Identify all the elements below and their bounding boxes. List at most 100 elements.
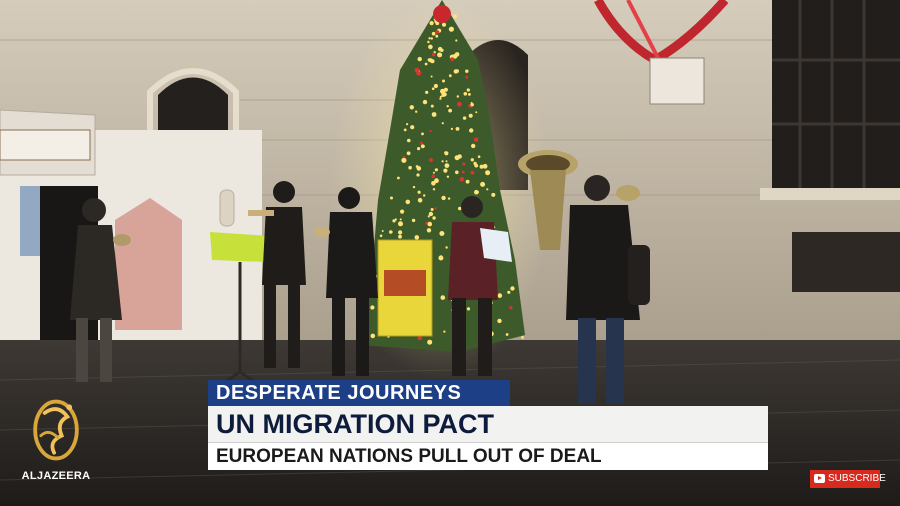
tree-light (411, 218, 416, 223)
tree-light (452, 14, 457, 19)
window-ledge (760, 188, 900, 200)
stall-sign (0, 129, 91, 161)
tree-light (437, 46, 443, 52)
tree-light (441, 122, 444, 125)
tree-light (521, 336, 524, 339)
tree-light (462, 162, 466, 166)
tree-light (470, 170, 475, 175)
tree-light (479, 164, 484, 169)
aljazeera-logo-icon (33, 399, 79, 461)
tree-light (423, 194, 426, 197)
tree-light (445, 246, 448, 249)
channel-name: ALJAZEERA (21, 470, 91, 482)
tree-light (446, 105, 449, 108)
tree-light (435, 34, 439, 38)
tree-light (430, 104, 434, 108)
tree-light (442, 79, 445, 83)
tree-light (432, 171, 435, 174)
tree-light (409, 105, 414, 110)
tree-light (435, 30, 439, 34)
video-frame: DESPERATE JOURNEYS UN MIGRATION PACT EUR… (0, 0, 900, 506)
tree-light (426, 228, 432, 233)
tree-light (421, 132, 424, 136)
tree-light (412, 185, 416, 189)
tree-light (441, 195, 446, 201)
tree-light (427, 40, 430, 44)
tree-light (415, 165, 419, 168)
tree-light (444, 163, 450, 169)
tree-light (439, 95, 442, 98)
tree-light (408, 165, 412, 170)
tree-light (406, 151, 411, 156)
tree-light (444, 151, 447, 155)
tree-light (429, 130, 432, 133)
tree-light (470, 103, 474, 107)
tree-light (475, 111, 478, 114)
tree-light (370, 333, 376, 339)
subscribe-button[interactable]: SUBSCRIBE (810, 470, 886, 488)
tree-light (432, 52, 436, 57)
tree-light (439, 97, 442, 100)
tree-light (454, 52, 460, 57)
tree-light (431, 181, 436, 186)
tree-light (402, 155, 405, 159)
tree-light (428, 37, 431, 40)
tree-light (465, 69, 469, 73)
tree-light (425, 90, 429, 94)
tree-light (465, 179, 470, 184)
tree-light (410, 125, 415, 130)
tree-light (424, 62, 428, 66)
tree-light (427, 221, 433, 227)
tree-light (468, 93, 471, 96)
tree-light (465, 75, 469, 79)
lower-window (792, 232, 900, 292)
tree-light (438, 255, 444, 261)
tree-light (407, 138, 411, 143)
tree-light (477, 155, 481, 158)
tree-light (510, 286, 515, 291)
tree-light (414, 67, 420, 73)
tree-light (468, 113, 473, 118)
tree-light (486, 188, 489, 191)
tree-light (434, 207, 437, 210)
tree-light (430, 75, 433, 78)
tree-light (448, 108, 452, 113)
tree-light (443, 330, 446, 333)
tree-light (433, 83, 438, 89)
tree-light (403, 128, 407, 132)
tree-light (457, 101, 462, 107)
tree-light (439, 231, 445, 236)
tree-light (448, 74, 452, 78)
tree-light (485, 170, 491, 176)
tree-light (394, 218, 397, 221)
tree-light (461, 170, 465, 174)
wall-plaque (649, 57, 705, 105)
tree-light (455, 126, 460, 131)
tree-light (450, 127, 453, 130)
tree-light (431, 31, 436, 36)
tree-light (473, 161, 477, 166)
tree-light (417, 335, 422, 341)
tree-light (446, 175, 450, 178)
tree-light (400, 209, 405, 214)
tree-light (455, 39, 458, 42)
tree-light (432, 216, 436, 220)
tree-light (399, 218, 402, 221)
subscribe-label: SUBSCRIBE (828, 473, 886, 484)
tree-light (480, 181, 486, 187)
tree-light (466, 307, 471, 311)
tree-light (405, 199, 411, 205)
headline: UN MIGRATION PACT (208, 406, 768, 442)
tree-light (443, 168, 448, 173)
tree-light (428, 58, 433, 63)
tree-light (381, 230, 384, 232)
tree-light (428, 44, 433, 50)
play-icon (814, 474, 825, 483)
tree-light (429, 158, 433, 162)
tree-light (476, 190, 479, 194)
tree-light (417, 147, 421, 151)
stall-decoration (115, 198, 182, 330)
tree-light (457, 154, 462, 159)
tree-light (459, 176, 465, 182)
tree-light (453, 69, 458, 74)
